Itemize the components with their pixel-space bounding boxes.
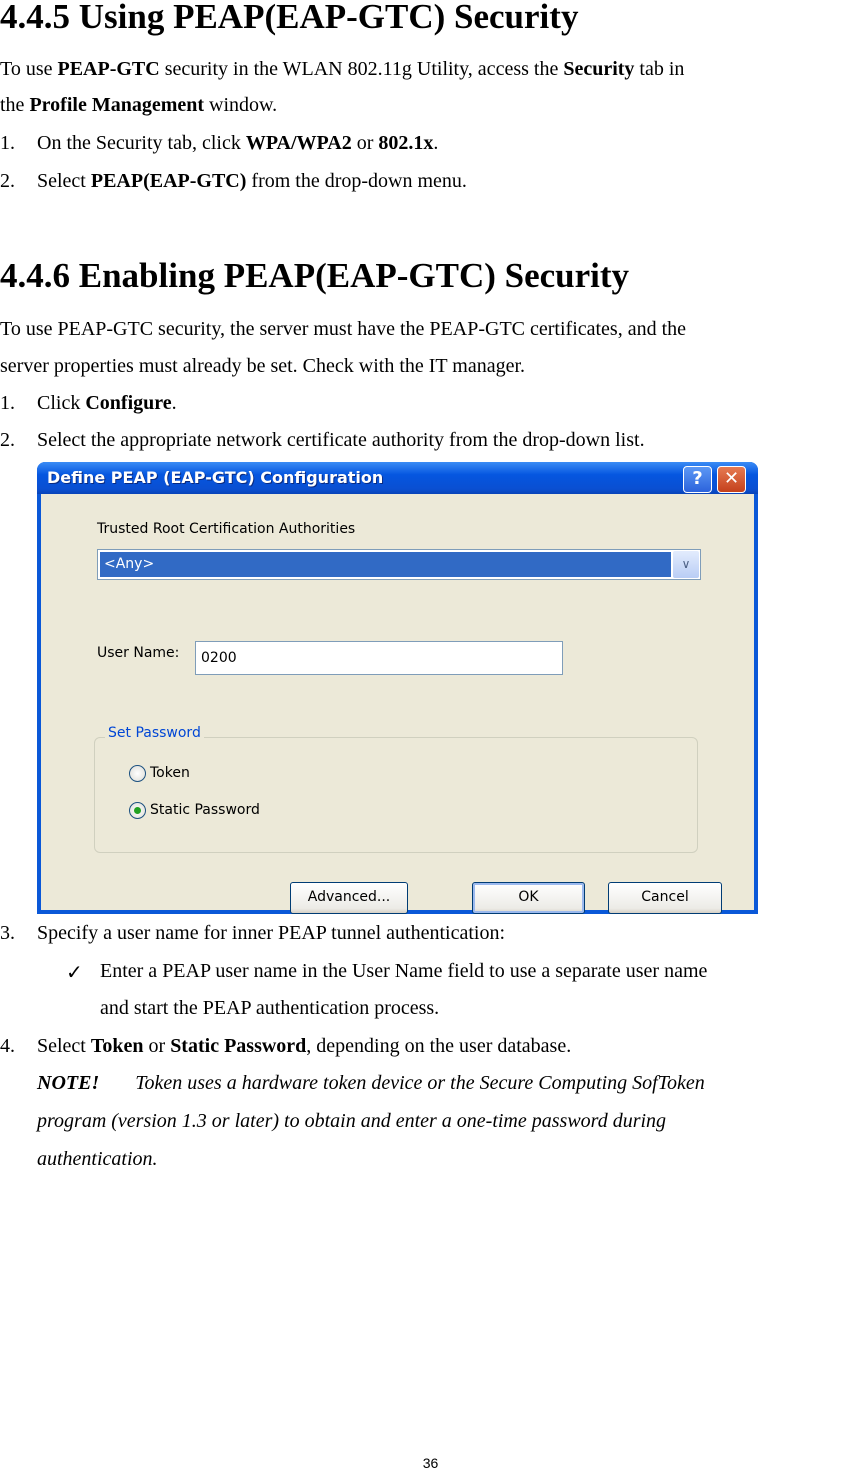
text: Select	[37, 170, 91, 192]
section1-intro-line2: the Profile Management window.	[0, 94, 277, 117]
note-line2: program (version 1.3 or later) to obtain…	[37, 1110, 667, 1132]
text: or	[351, 132, 379, 154]
advanced-button[interactable]: Advanced...	[290, 882, 408, 914]
bold-term: Configure	[85, 392, 172, 414]
note-line3: authentication.	[37, 1148, 158, 1170]
step-number: 3.	[0, 922, 15, 944]
text: the	[0, 94, 30, 116]
ca-label: Trusted Root Certification Authorities	[97, 521, 356, 537]
text: security in the WLAN 802.11g Utility, ac…	[159, 58, 564, 80]
section-heading-4-4-6: 4.4.6 Enabling PEAP(EAP-GTC) Security	[0, 256, 630, 295]
text: window.	[204, 94, 278, 116]
step-number: 2.	[0, 429, 15, 451]
static-password-radio[interactable]	[129, 802, 146, 819]
text: .	[171, 392, 177, 414]
bold-term: WPA/WPA2	[245, 132, 352, 154]
username-label: User Name:	[97, 645, 180, 661]
dialog-titlebar[interactable]: Define PEAP (EAP-GTC) Configuration ? ✕	[37, 462, 758, 494]
step-number: 1.	[0, 392, 15, 414]
step-number: 1.	[0, 132, 15, 154]
check-item-line1: Enter a PEAP user name in the User Name …	[100, 960, 708, 982]
token-radio[interactable]	[129, 765, 146, 782]
close-button[interactable]: ✕	[717, 466, 746, 493]
set-password-group-label: Set Password	[105, 725, 204, 741]
check-item-line2: and start the PEAP authentication proces…	[100, 997, 440, 1019]
text: .	[433, 132, 439, 154]
text: tab in	[634, 58, 685, 80]
step-number: 4.	[0, 1035, 15, 1057]
step-text: Specify a user name for inner PEAP tunne…	[37, 922, 506, 944]
dialog-client-area: Trusted Root Certification Authorities <…	[41, 494, 754, 914]
step-number: 2.	[0, 170, 15, 192]
help-button[interactable]: ?	[683, 466, 712, 493]
token-radio-label[interactable]: Token	[150, 765, 190, 781]
text: Token uses a hardware token device or th…	[135, 1072, 705, 1094]
text: Click	[37, 392, 86, 414]
set-password-group	[94, 737, 698, 853]
section2-intro-line2: server properties must already be set. C…	[0, 355, 526, 377]
step-text: Select the appropriate network certifica…	[37, 429, 645, 451]
text: or	[143, 1035, 171, 1057]
checkmark-icon: ✓	[66, 960, 83, 984]
bold-term: PEAP-GTC	[57, 58, 160, 80]
close-icon: ✕	[723, 468, 740, 489]
chevron-down-icon[interactable]: ∨	[673, 551, 699, 578]
text: , depending on the user database.	[306, 1035, 572, 1057]
text: To use	[0, 58, 58, 80]
section-heading-4-4-5: 4.4.5 Using PEAP(EAP-GTC) Security	[0, 0, 579, 36]
dialog-title: Define PEAP (EAP-GTC) Configuration	[47, 468, 384, 487]
bold-term: Static Password	[170, 1035, 307, 1057]
text: from the drop-down menu.	[246, 170, 467, 192]
bold-term: 802.1x	[378, 132, 434, 154]
username-input[interactable]: 0200	[195, 641, 563, 675]
bold-term: Security	[563, 58, 635, 80]
ca-dropdown[interactable]: <Any> ∨	[97, 549, 701, 580]
bold-term: Profile Management	[29, 94, 205, 116]
note-label: NOTE!	[37, 1072, 100, 1094]
ca-dropdown-value: <Any>	[100, 552, 671, 577]
bold-term: Token	[90, 1035, 144, 1057]
section2-intro-line1: To use PEAP-GTC security, the server mus…	[0, 318, 687, 340]
text: On the Security tab, click	[37, 132, 246, 154]
ok-button[interactable]: OK	[472, 882, 585, 914]
help-icon: ?	[692, 468, 703, 489]
cancel-button[interactable]: Cancel	[608, 882, 722, 914]
bold-term: PEAP(EAP-GTC)	[90, 170, 247, 192]
note-line1: NOTE! Token uses a hardware token device …	[37, 1072, 705, 1095]
text: Select	[37, 1035, 91, 1057]
peap-gtc-config-dialog: Define PEAP (EAP-GTC) Configuration ? ✕ …	[37, 462, 758, 914]
static-password-radio-label[interactable]: Static Password	[150, 802, 260, 818]
page-number: 36	[422, 1455, 439, 1471]
section1-intro-line1: To use PEAP-GTC security in the WLAN 802…	[0, 58, 684, 81]
